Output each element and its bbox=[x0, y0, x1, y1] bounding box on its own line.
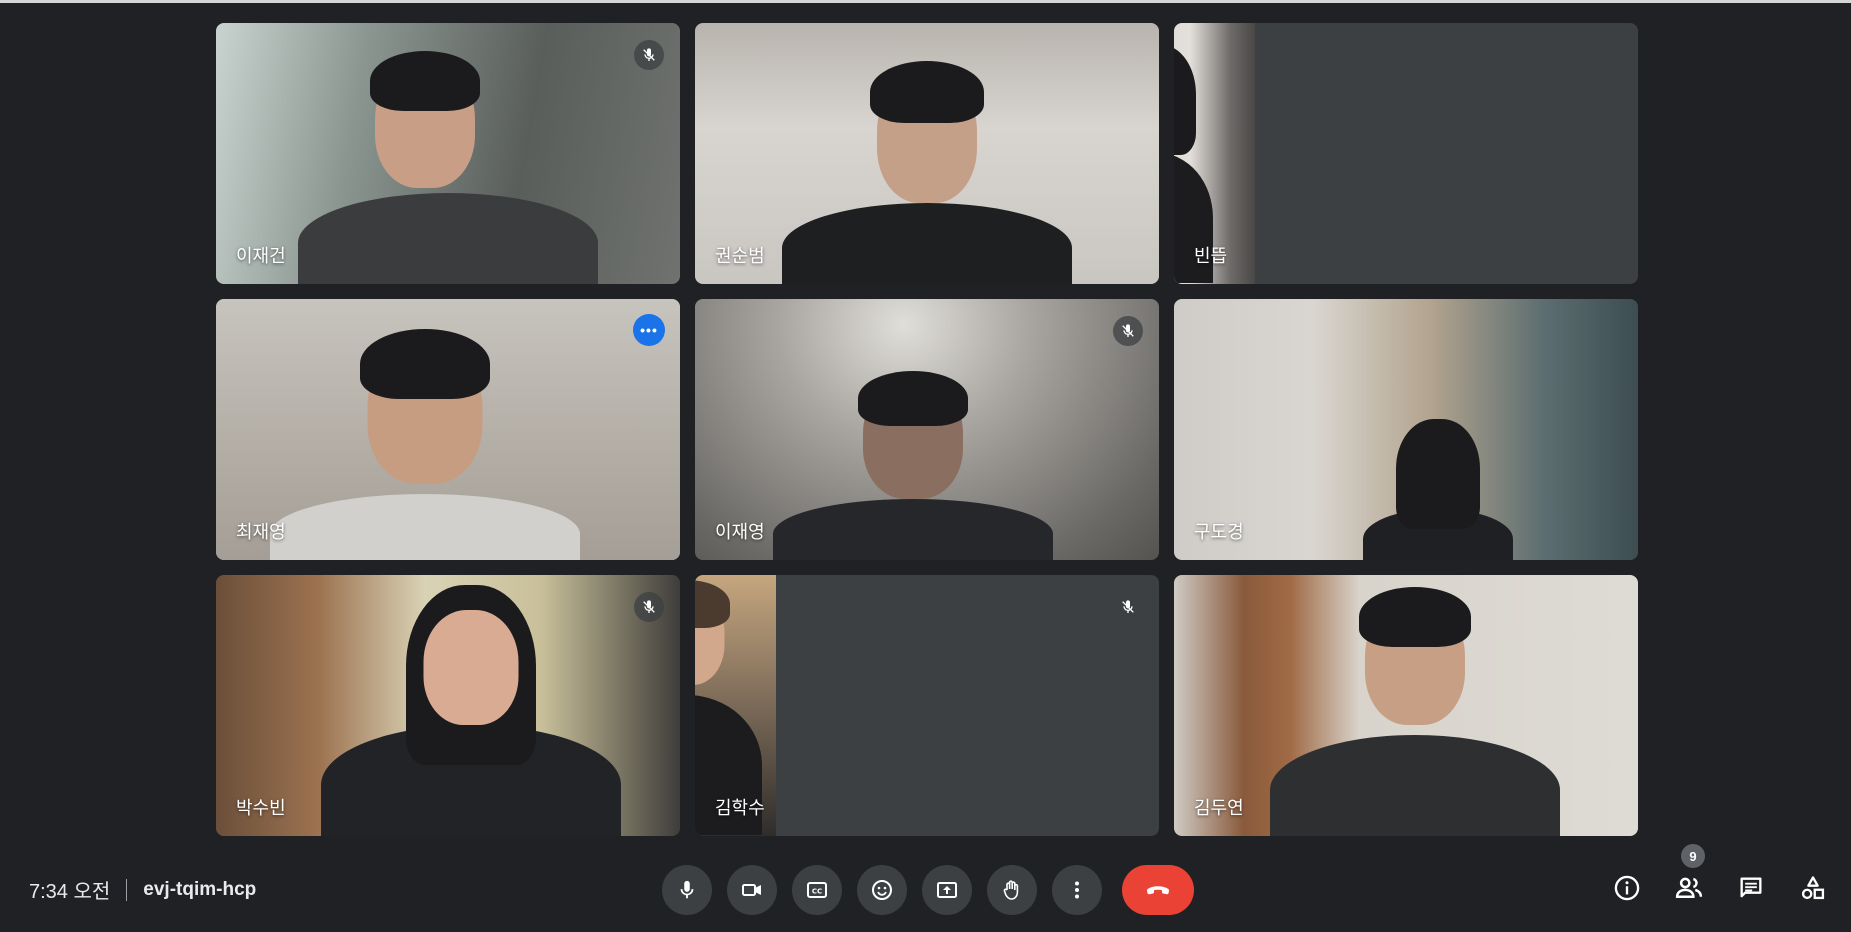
participant-tile-active[interactable]: ••• 최재영 bbox=[216, 299, 680, 560]
camera-button[interactable] bbox=[727, 865, 777, 915]
video-grid: 이재건 권순범 빈뜹 ••• 최재영 이재영 구도경 박수빈 김학수 김두연 bbox=[216, 23, 1639, 836]
more-options-button[interactable] bbox=[1052, 865, 1102, 915]
info-icon bbox=[1614, 875, 1640, 901]
side-controls: 9 bbox=[1607, 844, 1833, 908]
end-call-icon bbox=[1146, 886, 1170, 895]
end-call-button[interactable] bbox=[1122, 865, 1194, 915]
people-button[interactable]: 9 bbox=[1669, 844, 1709, 908]
bottom-toolbar: 7:34 오전 evj-tqim-hcp CC 9 bbox=[0, 835, 1851, 932]
participant-name: 김두연 bbox=[1194, 798, 1244, 818]
muted-mic-icon bbox=[634, 592, 664, 622]
clock-time: 7:34 오전 bbox=[29, 881, 111, 903]
participant-body bbox=[298, 193, 598, 284]
muted-mic-icon bbox=[634, 40, 664, 70]
participant-name: 이재영 bbox=[715, 522, 765, 542]
participant-name: 김학수 bbox=[715, 798, 765, 818]
captions-icon: CC bbox=[807, 882, 827, 898]
participant-hair bbox=[1359, 587, 1472, 647]
participant-hair bbox=[858, 371, 969, 426]
participant-tile[interactable]: 김학수 bbox=[695, 575, 1159, 836]
microphone-button[interactable] bbox=[662, 865, 712, 915]
emoji-button[interactable] bbox=[857, 865, 907, 915]
present-screen-button[interactable] bbox=[922, 865, 972, 915]
participant-body bbox=[1270, 735, 1561, 836]
participant-hair bbox=[369, 51, 480, 111]
chat-icon bbox=[1740, 877, 1762, 898]
meeting-info: 7:34 오전 evj-tqim-hcp bbox=[29, 875, 256, 904]
meeting-details-button[interactable] bbox=[1607, 868, 1647, 908]
raise-hand-button[interactable] bbox=[987, 865, 1037, 915]
top-divider bbox=[0, 0, 1851, 3]
call-controls: CC bbox=[662, 860, 1194, 920]
divider bbox=[126, 878, 128, 901]
participant-body bbox=[782, 203, 1072, 284]
participant-name: 권순범 bbox=[715, 246, 765, 266]
participant-hair bbox=[695, 580, 730, 628]
participant-tile[interactable]: 이재건 bbox=[216, 23, 680, 284]
participant-tile[interactable]: 빈뜹 bbox=[1174, 23, 1638, 284]
participant-name: 이재건 bbox=[236, 246, 286, 266]
emoji-icon bbox=[872, 880, 892, 900]
participant-head bbox=[423, 610, 519, 725]
participant-name: 빈뜹 bbox=[1194, 246, 1228, 266]
svg-text:CC: CC bbox=[812, 888, 822, 896]
participant-tile[interactable]: 김두연 bbox=[1174, 575, 1638, 836]
muted-mic-icon bbox=[1113, 592, 1143, 622]
meeting-code: evj-tqim-hcp bbox=[143, 878, 257, 900]
participant-name: 최재영 bbox=[236, 522, 286, 542]
participant-name: 구도경 bbox=[1194, 522, 1244, 542]
more-options-icon bbox=[1075, 881, 1079, 899]
present-screen-icon bbox=[937, 882, 957, 898]
participant-hair bbox=[870, 61, 984, 123]
participant-hair bbox=[1174, 45, 1196, 155]
people-icon bbox=[1675, 877, 1703, 898]
microphone-icon bbox=[680, 880, 694, 899]
participant-tile[interactable]: 권순범 bbox=[695, 23, 1159, 284]
chat-button[interactable] bbox=[1731, 868, 1771, 908]
participant-name: 박수빈 bbox=[236, 798, 286, 818]
activities-icon bbox=[1801, 876, 1825, 900]
activities-button[interactable] bbox=[1793, 868, 1833, 908]
participant-tile[interactable]: 구도경 bbox=[1174, 299, 1638, 560]
captions-button[interactable]: CC bbox=[792, 865, 842, 915]
more-options-icon[interactable]: ••• bbox=[633, 314, 665, 346]
muted-mic-icon bbox=[1113, 316, 1143, 346]
participant-body bbox=[773, 499, 1054, 560]
participant-tile[interactable]: 박수빈 bbox=[216, 575, 680, 836]
participant-body bbox=[269, 494, 580, 560]
participant-tile[interactable]: 이재영 bbox=[695, 299, 1159, 560]
raise-hand-icon bbox=[1003, 880, 1019, 900]
camera-icon bbox=[742, 884, 761, 896]
participant-hair bbox=[1396, 419, 1481, 529]
participant-hair bbox=[359, 329, 490, 399]
people-count-badge: 9 bbox=[1681, 844, 1705, 868]
